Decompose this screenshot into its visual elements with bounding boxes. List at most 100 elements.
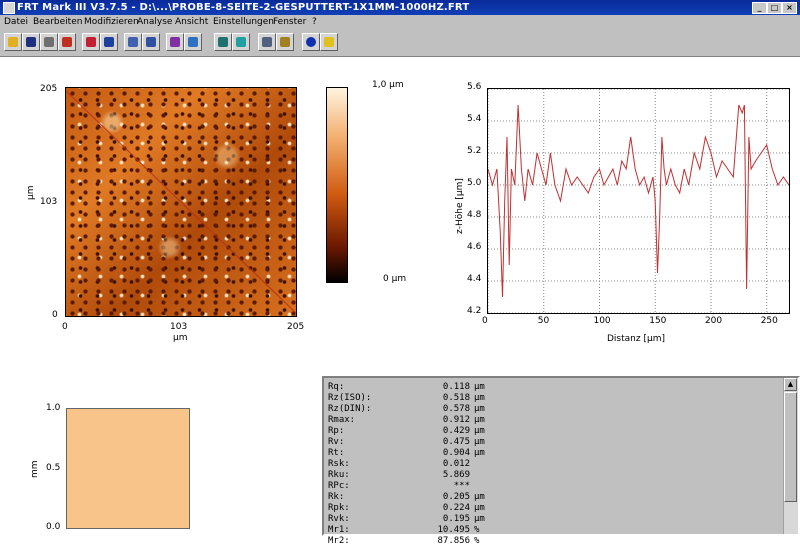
profile-icon[interactable] xyxy=(184,33,202,51)
stat-value: 0.429 xyxy=(442,426,470,436)
profile-x-tick: 200 xyxy=(704,316,723,326)
stat-value: 10.495 xyxy=(437,525,470,535)
menu-einstellungen[interactable]: Einstellungen xyxy=(213,15,274,30)
stat-name: Rsk: xyxy=(328,459,350,469)
zoom-icon[interactable] xyxy=(232,33,250,51)
menu-help[interactable]: ? xyxy=(312,15,317,30)
stat-name: Mr1: xyxy=(328,525,350,535)
stat-unit: µm xyxy=(474,492,485,502)
stat-value: 0.205 xyxy=(442,492,470,502)
app-icon xyxy=(3,2,15,14)
profile-y-tick: 4.6 xyxy=(467,242,482,252)
maximize-button[interactable]: □ xyxy=(767,2,782,14)
afm-y-tick-mid: 103 xyxy=(40,197,58,207)
stat-value: 0.518 xyxy=(442,393,470,403)
minimize-button[interactable]: _ xyxy=(752,2,767,14)
color-scale-bar xyxy=(326,87,348,283)
save-icon[interactable] xyxy=(22,33,40,51)
title-bar: FRT Mark III V3.7.5 - D:\...\PROBE-8-SEI… xyxy=(0,0,800,15)
stat-value: 5.869 xyxy=(442,470,470,480)
profile-y-tick: 4.2 xyxy=(467,306,482,316)
menu-fenster[interactable]: Fenster xyxy=(273,15,306,30)
open-icon[interactable] xyxy=(4,33,22,51)
mini-y-tick-top: 1.0 xyxy=(46,403,61,413)
colorbar-min-label: 0 µm xyxy=(383,274,407,284)
profile-x-axis-label: Distanz [µm] xyxy=(607,334,665,344)
position-overview-map[interactable] xyxy=(66,408,190,529)
afm-x-tick-mid: 103 xyxy=(170,322,188,332)
afm-x-unit: µm xyxy=(173,333,188,343)
stat-name: Rz(DIN): xyxy=(328,404,372,414)
mini-y-axis-label: mm xyxy=(30,460,40,478)
stat-unit: µm xyxy=(474,393,485,403)
stat-value: 0.912 xyxy=(442,415,470,425)
afm-y-unit: µm xyxy=(26,185,36,201)
profile-y-tick: 5.4 xyxy=(467,114,482,124)
leveling-icon[interactable] xyxy=(82,33,100,51)
filter-icon[interactable] xyxy=(100,33,118,51)
afm-y-tick-top: 205 xyxy=(40,84,58,94)
scroll-up-button[interactable]: ▲ xyxy=(784,378,797,391)
stat-value: 0.012 xyxy=(442,459,470,469)
profile-plot xyxy=(487,88,790,314)
histogram-icon[interactable] xyxy=(142,33,160,51)
stat-unit: µm xyxy=(474,514,485,524)
stat-unit: % xyxy=(474,525,480,535)
stat-value: 0.195 xyxy=(442,514,470,524)
menu-bar: Datei Bearbeiten Modifizieren Analyse An… xyxy=(0,15,800,30)
window-title: FRT Mark III V3.7.5 - D:\...\PROBE-8-SEI… xyxy=(17,2,470,13)
menu-ansicht[interactable]: Ansicht xyxy=(175,15,208,30)
mini-y-tick-bottom: 0.0 xyxy=(46,522,61,532)
profile-series-line xyxy=(487,104,790,298)
stat-unit: µm xyxy=(474,415,485,425)
afm-y-tick-bottom: 0 xyxy=(52,310,58,320)
stat-name: Rk: xyxy=(328,492,345,502)
menu-datei[interactable]: Datei xyxy=(4,15,28,30)
menu-analyse[interactable]: Analyse xyxy=(137,15,172,30)
stat-unit: µm xyxy=(474,437,485,447)
calc-icon[interactable] xyxy=(124,33,142,51)
menu-bearbeiten[interactable]: Bearbeiten xyxy=(33,15,82,30)
settings-icon[interactable] xyxy=(258,33,276,51)
help-icon[interactable] xyxy=(320,33,338,51)
stat-name: Rpk: xyxy=(328,503,350,513)
profile-x-tick: 100 xyxy=(593,316,611,326)
stat-name: Mr2: xyxy=(328,536,350,546)
stat-name: Rmax: xyxy=(328,415,356,425)
afm-x-tick-right: 205 xyxy=(287,322,305,332)
stat-name: Rq: xyxy=(328,382,345,392)
profile-x-tick: 0 xyxy=(482,316,488,326)
profile-line xyxy=(66,90,296,314)
3d-view-icon[interactable] xyxy=(214,33,232,51)
close-button[interactable]: × xyxy=(782,2,797,14)
grid-icon[interactable] xyxy=(276,33,294,51)
info-icon[interactable] xyxy=(302,33,320,51)
stat-name: Rp: xyxy=(328,426,345,436)
stat-unit: µm xyxy=(474,503,485,513)
toolbar xyxy=(0,30,800,57)
profile-y-tick: 5.2 xyxy=(467,146,482,156)
stat-value: 0.118 xyxy=(442,382,470,392)
stat-name: Rv: xyxy=(328,437,345,447)
stat-value: 0.475 xyxy=(442,437,470,447)
profile-y-tick: 5.0 xyxy=(467,178,482,188)
print-icon[interactable] xyxy=(40,33,58,51)
colorbar-max-label: 1,0 µm xyxy=(372,80,404,90)
profile-y-tick: 4.4 xyxy=(467,274,482,284)
height-profile-chart[interactable] xyxy=(487,88,790,314)
stat-name: RPc: xyxy=(328,481,350,491)
profile-x-tick: 50 xyxy=(537,316,550,326)
mini-y-tick-mid: 0.5 xyxy=(46,463,61,473)
roughness-parameters-panel: Rq: 0.118 µm Rz(ISO): 0.518 µm Rz(DIN): 0.578 µm… xyxy=(322,376,800,546)
profile-y-tick: 4.8 xyxy=(467,210,482,220)
afm-x-tick-left: 0 xyxy=(62,322,68,332)
scroll-thumb[interactable] xyxy=(784,392,797,502)
stat-unit: µm xyxy=(474,382,485,392)
menu-modifizieren[interactable]: Modifizieren xyxy=(84,15,139,30)
stat-unit: % xyxy=(474,536,480,546)
surface-height-map[interactable] xyxy=(65,87,297,317)
vertical-scrollbar[interactable]: ▲ xyxy=(783,378,798,534)
statistics-icon[interactable] xyxy=(166,33,184,51)
profile-y-tick: 5.6 xyxy=(467,82,482,92)
export-icon[interactable] xyxy=(58,33,76,51)
